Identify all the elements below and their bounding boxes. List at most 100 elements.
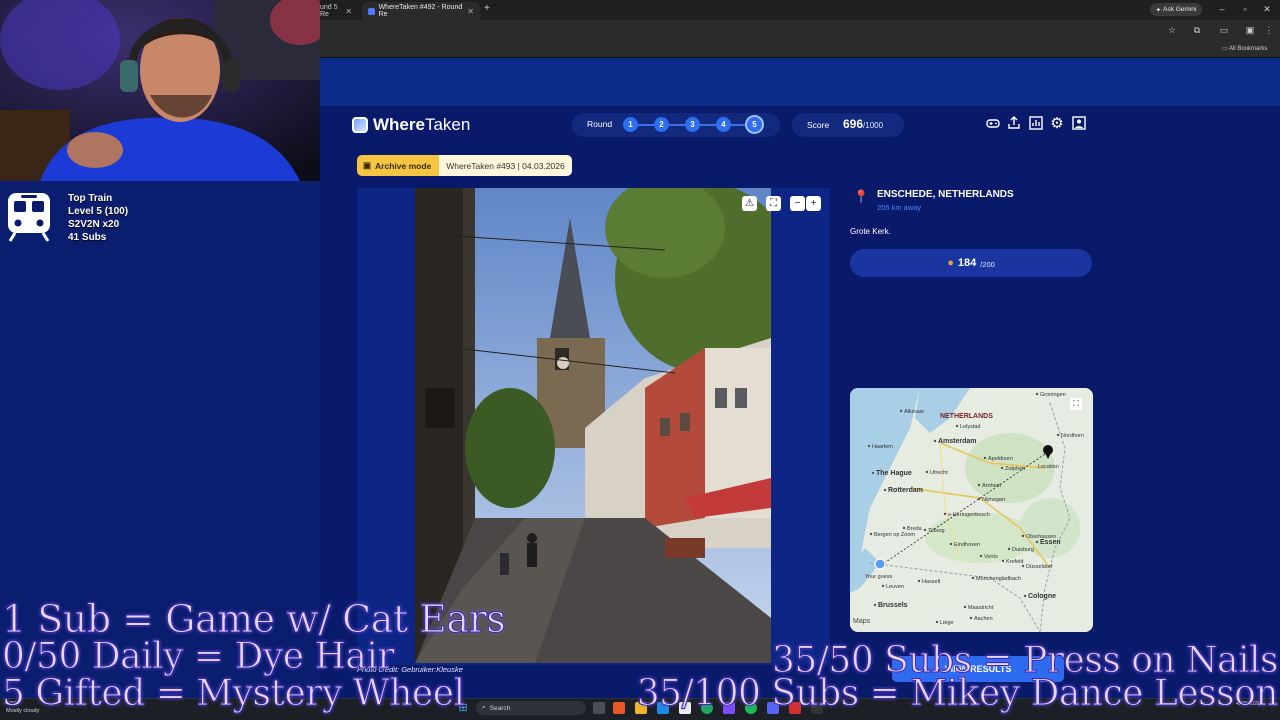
round-dot-3[interactable]: 3 bbox=[685, 117, 700, 132]
medal-icon: ● bbox=[947, 257, 954, 269]
profile-icon[interactable] bbox=[1071, 116, 1087, 132]
browser-tab[interactable]: und 5 Re ✕ bbox=[314, 2, 358, 20]
train-title: Top Train bbox=[68, 193, 113, 204]
bookmark-star-icon[interactable]: ☆ bbox=[1165, 25, 1179, 36]
hype-train-info: Top Train Level 5 (100) S2V2N x20 41 Sub… bbox=[68, 192, 128, 244]
stats-icon[interactable] bbox=[1028, 116, 1044, 132]
close-window-icon[interactable]: ✕ bbox=[1260, 4, 1274, 15]
task-view-icon[interactable] bbox=[593, 702, 605, 714]
map-city-label: Oberhausen bbox=[1026, 534, 1056, 540]
map-city-dot bbox=[949, 542, 953, 546]
map-city-label: Duisburg bbox=[1012, 547, 1034, 553]
map-city-label: Leuven bbox=[886, 584, 904, 590]
menu-icon[interactable]: ⋮ bbox=[1262, 25, 1276, 36]
train-icon bbox=[6, 192, 52, 242]
map-city-label: The Hague bbox=[876, 470, 912, 477]
map-city-dot bbox=[983, 456, 987, 460]
map-city-dot bbox=[943, 512, 947, 516]
address-bar[interactable] bbox=[320, 20, 1280, 42]
map-city-dot bbox=[1007, 547, 1011, 551]
map-city-label: Zutphen bbox=[1005, 466, 1025, 472]
goal-text-1: 1 Sub = Game w/ Cat Ears bbox=[1, 597, 506, 642]
score-max: /1000 bbox=[863, 121, 884, 130]
logo-text-light: Taken bbox=[424, 115, 471, 134]
map-city-label: Venlo bbox=[984, 554, 998, 560]
map-city-label: Alkmaar bbox=[904, 409, 924, 415]
map-city-dot bbox=[977, 483, 981, 487]
points-max: /200 bbox=[980, 259, 995, 269]
location-description: Grote Kerk. bbox=[850, 227, 891, 236]
round-dot-5[interactable]: 5 bbox=[747, 117, 762, 132]
map-city-label: Lelystad bbox=[960, 424, 981, 430]
zoom-in-button[interactable]: + bbox=[806, 196, 821, 211]
map-city-label: Eindhoven bbox=[954, 542, 980, 548]
goal-text-5: 35/100 Subs = Mikey Dance Lesson bbox=[636, 673, 1279, 715]
zoom-out-button[interactable]: − bbox=[790, 196, 805, 211]
profile-browser-icon[interactable]: ▣ bbox=[1243, 25, 1257, 36]
gemini-label: Ask Gemini bbox=[1163, 6, 1197, 13]
map-city-dot bbox=[899, 409, 903, 413]
archive-badge-label: Archive mode bbox=[375, 160, 432, 171]
result-map[interactable]: NETHERLANDS Location Your guess Amsterdam Th… bbox=[850, 388, 1093, 632]
tab-title: WhereTaken #492 - Round Re bbox=[378, 4, 463, 18]
logo-icon bbox=[352, 117, 368, 133]
round-dot-4[interactable]: 4 bbox=[716, 117, 731, 132]
archive-info: WhereTaken #493 | 04.03.2026 bbox=[439, 155, 572, 176]
map-city-dot bbox=[977, 497, 981, 501]
map-city-label: Hasselt bbox=[922, 579, 941, 585]
map-city-label: Apeldoorn bbox=[988, 456, 1013, 462]
map-city-dot bbox=[902, 526, 906, 530]
tab-close-icon[interactable]: ✕ bbox=[345, 7, 352, 16]
archive-icon: ▣ bbox=[363, 160, 372, 170]
map-city-label: Nordhorn bbox=[1061, 433, 1084, 439]
map-city-dot bbox=[881, 584, 885, 588]
logo-text-bold: Where bbox=[373, 115, 425, 134]
map-city-label: Utrecht bbox=[930, 470, 948, 476]
distance-away: 205 km away bbox=[877, 203, 922, 212]
ask-gemini-button[interactable]: ✦ Ask Gemini bbox=[1150, 3, 1202, 16]
map-city-label: Tilburg bbox=[928, 528, 945, 534]
cast-icon[interactable]: ▭ bbox=[1217, 25, 1231, 36]
round-dot-1[interactable]: 1 bbox=[623, 117, 638, 132]
extensions-icon[interactable]: ⧉ bbox=[1190, 25, 1204, 36]
goal-text-3: 5 Gifted = Mystery Wheel bbox=[2, 673, 466, 715]
map-city-dot bbox=[925, 470, 929, 474]
map-city-dot bbox=[1021, 564, 1025, 568]
goal-text-2: 0/50 Daily = Dye Hair bbox=[1, 636, 395, 678]
fullscreen-button[interactable]: ⛶ bbox=[766, 196, 781, 211]
gamepad-icon[interactable] bbox=[985, 116, 1001, 132]
all-bookmarks-link[interactable]: ▭ All Bookmarks bbox=[1222, 45, 1267, 52]
browser-tab-active[interactable]: WhereTaken #492 - Round Re ✕ bbox=[362, 2, 480, 20]
map-location-label: Location bbox=[1038, 464, 1059, 470]
location-photo[interactable] bbox=[415, 188, 771, 663]
tab-title: und 5 Re bbox=[320, 4, 338, 18]
app-logo[interactable]: WhereTaken bbox=[352, 114, 470, 136]
folder-icon: ▭ bbox=[1222, 46, 1228, 52]
settings-icon[interactable]: ⚙ bbox=[1049, 116, 1065, 132]
map-city-label: Brussels bbox=[878, 602, 908, 609]
map-city-dot bbox=[935, 620, 939, 624]
round-points: ● 184 /200 bbox=[850, 249, 1092, 277]
app-icon[interactable] bbox=[613, 702, 625, 714]
taskbar-search[interactable]: ⌕ Search bbox=[476, 701, 586, 715]
maximize-icon[interactable]: ▫ bbox=[1238, 4, 1252, 14]
new-tab-button[interactable]: + bbox=[484, 3, 490, 14]
gemini-icon: ✦ bbox=[1155, 6, 1162, 14]
map-city-dot bbox=[1035, 392, 1039, 396]
map-city-label: Düsseldorf bbox=[1026, 564, 1053, 570]
search-icon: ⌕ bbox=[482, 704, 486, 711]
location-name: ENSCHEDE, NETHERLANDS bbox=[877, 189, 1014, 200]
round-dot-2[interactable]: 2 bbox=[654, 117, 669, 132]
map-city-label: Rotterdam bbox=[888, 487, 923, 494]
bookmarks-bar bbox=[320, 42, 1280, 58]
webcam-feed bbox=[0, 0, 320, 181]
map-city-label: Krefeld bbox=[1006, 559, 1023, 565]
report-warning-button[interactable]: ⚠ bbox=[742, 196, 757, 211]
map-city-dot bbox=[869, 532, 873, 536]
map-city-dot bbox=[1001, 559, 1005, 563]
tab-close-icon[interactable]: ✕ bbox=[467, 7, 474, 16]
map-city-dot bbox=[1021, 534, 1025, 538]
minimize-icon[interactable]: – bbox=[1215, 4, 1229, 14]
share-icon[interactable] bbox=[1006, 116, 1022, 132]
map-expand-icon[interactable]: ⛶ bbox=[1070, 398, 1082, 410]
